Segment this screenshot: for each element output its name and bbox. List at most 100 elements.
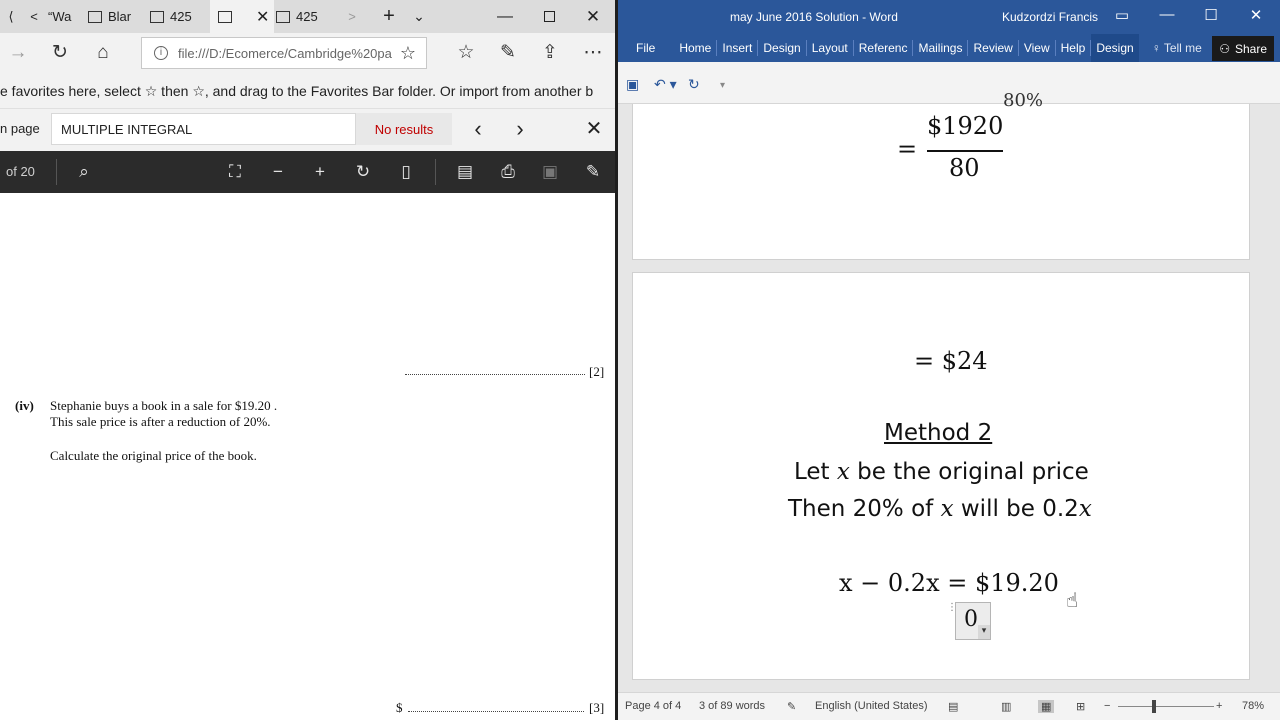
tab-3[interactable]: 425 <box>150 0 208 33</box>
pdf-icon <box>218 10 232 23</box>
user-name[interactable]: Kudzordzi Francis <box>1002 10 1098 24</box>
document-page: = $24 Method 2 Let x be the original pri… <box>632 272 1250 680</box>
tab-home[interactable]: Home <box>674 34 716 62</box>
macro-record-icon[interactable]: ▤ <box>948 700 958 713</box>
word-count[interactable]: 3 of 89 words <box>699 700 765 712</box>
redo-icon[interactable]: ↻ <box>688 76 700 93</box>
tab-review[interactable]: Review <box>968 34 1017 62</box>
save-icon[interactable]: ▣ <box>626 76 639 93</box>
minimize-icon[interactable]: — <box>1156 6 1178 23</box>
zoom-in-icon[interactable]: + <box>1216 700 1222 712</box>
find-next-icon[interactable]: › <box>506 117 534 141</box>
close-window-icon[interactable]: ✕ <box>1245 6 1267 24</box>
find-input[interactable]: MULTIPLE INTEGRAL <box>51 113 356 145</box>
search-icon[interactable]: ⌕ <box>72 160 96 184</box>
print-layout-icon[interactable]: ▦ <box>1038 700 1055 713</box>
tab-equation-design[interactable]: Design <box>1091 34 1139 62</box>
ribbon-display-options-icon[interactable]: ▭ <box>1111 6 1133 24</box>
web-layout-icon[interactable]: ⊞ <box>1076 700 1085 713</box>
pen-icon[interactable]: ✎ <box>496 41 520 65</box>
tab-back-arrow-icon[interactable]: ⟨ <box>0 0 22 33</box>
page-icon <box>88 10 102 23</box>
save-icon[interactable]: ▣ <box>538 160 562 184</box>
tab-scroll-right-icon[interactable]: > <box>342 0 362 33</box>
zoom-in-icon[interactable]: + <box>308 160 332 184</box>
tab-view[interactable]: View <box>1019 34 1055 62</box>
find-close-icon[interactable]: ✕ <box>580 117 608 141</box>
rotate-icon[interactable]: ↻ <box>351 160 375 184</box>
method-line: Let x be the original price <box>794 459 1089 485</box>
read-aloud-icon[interactable]: ▤ <box>453 160 477 184</box>
zoom-out-icon[interactable]: − <box>1104 700 1110 712</box>
zoom-slider-thumb[interactable] <box>1152 700 1156 713</box>
tab-mailings[interactable]: Mailings <box>913 34 967 62</box>
equation-options-dropdown-icon[interactable]: ▾ <box>978 625 990 639</box>
address-text: file:///D:/Ecomerce/Cambridge%20pa <box>178 45 392 61</box>
tell-me-box[interactable]: ♀ Tell me <box>1147 34 1207 62</box>
tab-1[interactable]: “Wa <box>48 0 86 33</box>
info-icon[interactable]: i <box>154 46 168 60</box>
tab-file[interactable]: File <box>631 34 660 62</box>
tab-active[interactable]: ✕ <box>210 0 274 33</box>
pdf-icon <box>150 10 164 23</box>
result-line: = $24 <box>914 347 988 375</box>
zoom-level[interactable]: 78% <box>1242 700 1264 712</box>
tab-2[interactable]: Blar <box>88 0 146 33</box>
tab-design[interactable]: Design <box>758 34 805 62</box>
tab-references[interactable]: Referenc <box>854 34 913 62</box>
page-indicator[interactable]: Page 4 of 4 <box>625 700 681 712</box>
favorites-bar-hint: e favorites here, select ☆ then ☆, and d… <box>0 73 615 109</box>
proofing-icon[interactable]: ✎ <box>787 700 796 713</box>
tab-label: 425 <box>296 9 318 24</box>
favorite-star-icon[interactable]: ☆ <box>400 43 416 64</box>
more-dots-icon[interactable]: ⋯ <box>581 41 605 65</box>
customize-toolbar-icon[interactable]: ▾ <box>720 80 725 91</box>
new-tab-plus-icon[interactable]: + <box>378 0 400 33</box>
minimize-icon[interactable]: — <box>490 0 520 33</box>
equation-handle-icon[interactable]: ⋮ <box>947 602 957 613</box>
address-bar[interactable]: i file:///D:/Ecomerce/Cambridge%20pa ☆ <box>141 37 427 69</box>
quick-access-toolbar: ▣ ↶ ▾ ↻ ▾ <box>618 62 1280 104</box>
tab-insert[interactable]: Insert <box>717 34 757 62</box>
read-mode-icon[interactable]: ▥ <box>1001 700 1011 713</box>
hand-pointer-cursor-icon: ☝ <box>1066 590 1079 612</box>
find-query: MULTIPLE INTEGRAL <box>61 121 193 137</box>
tab-help[interactable]: Help <box>1056 34 1091 62</box>
answer-currency: $ <box>396 700 403 715</box>
refresh-icon[interactable]: ↻ <box>48 41 72 65</box>
mark-label: [3] <box>589 700 605 715</box>
maximize-icon[interactable]: ☐ <box>1200 6 1222 24</box>
tab-scroll-left-icon[interactable]: < <box>24 0 44 33</box>
close-window-icon[interactable]: ✕ <box>578 0 608 33</box>
pdf-toolbar: of 20 ⌕ ⛶ − + ↻ ▯ ▤ ⎙ ▣ ✎ <box>0 151 615 193</box>
find-result-status: No results <box>356 113 452 145</box>
forward-arrow-icon[interactable]: → <box>6 41 30 65</box>
print-icon[interactable]: ⎙ <box>496 160 520 184</box>
vertical-scrollbar[interactable] <box>1260 104 1280 692</box>
status-bar: Page 4 of 4 3 of 89 words ✎ English (Uni… <box>618 692 1280 720</box>
share-button[interactable]: ⚇ Share <box>1212 36 1274 61</box>
tab-layout[interactable]: Layout <box>807 34 853 62</box>
page-layout-icon[interactable]: ▯ <box>394 160 418 184</box>
fraction-denominator: 80 <box>949 154 980 182</box>
partial-math-text: 80% <box>1003 90 1044 111</box>
undo-icon[interactable]: ↶ ▾ <box>654 76 677 93</box>
tab-preview-chevron-icon[interactable]: ⌄ <box>408 0 430 33</box>
share-icon[interactable]: ⇪ <box>538 41 562 65</box>
equation-placeholder[interactable]: ⋮ 0 ▾ <box>947 602 991 640</box>
equals-sign: = <box>897 135 918 163</box>
tab-close-icon[interactable]: ✕ <box>256 7 269 27</box>
zoom-slider[interactable] <box>1118 706 1214 707</box>
favorites-hub-icon[interactable]: ☆ <box>454 41 478 65</box>
zoom-out-icon[interactable]: − <box>266 160 290 184</box>
tab-label: “Wa <box>48 9 72 24</box>
pdf-icon <box>276 10 290 23</box>
tab-5[interactable]: 425 <box>276 0 334 33</box>
language-indicator[interactable]: English (United States) <box>815 700 928 712</box>
equation-line: x − 0.2x = $19.20 <box>839 569 1059 597</box>
maximize-icon[interactable] <box>534 0 564 33</box>
find-previous-icon[interactable]: ‹ <box>464 117 492 141</box>
home-icon[interactable]: ⌂ <box>91 41 115 65</box>
fit-page-icon[interactable]: ⛶ <box>223 160 247 184</box>
save-as-icon[interactable]: ✎ <box>581 160 605 184</box>
